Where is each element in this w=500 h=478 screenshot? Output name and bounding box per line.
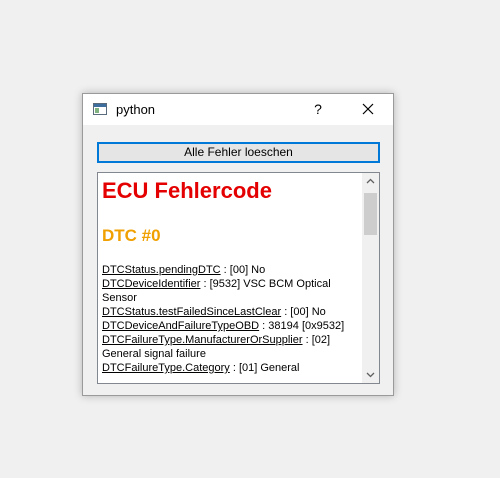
dtc-entry-key[interactable]: DTCDeviceAndFailureTypeOBD (102, 320, 259, 332)
close-button[interactable] (353, 94, 383, 125)
scroll-thumb[interactable] (364, 193, 377, 235)
dtc-entry: DTCFailureType.Category : [01] General (102, 361, 358, 375)
help-button[interactable]: ? (305, 94, 331, 125)
dtc-entry-value: : 38194 [0x9532] (259, 320, 345, 332)
python-window-icon (93, 103, 107, 115)
dtc-entry: DTCStatus.pendingDTC : [00] No (102, 263, 358, 277)
chevron-down-icon (366, 372, 375, 378)
dtc-entry: DTCFailureType.ManufacturerOrSupplier : … (102, 333, 358, 361)
dtc-entry-key[interactable]: DTCStatus.testFailedSinceLastClear (102, 306, 281, 318)
report-heading: ECU Fehlercode (102, 178, 272, 203)
dtc-entry-value: : [00] No (281, 306, 326, 318)
scroll-up-button[interactable] (362, 173, 379, 190)
close-icon (362, 103, 374, 115)
dtc-entry-value: : [00] No (220, 264, 266, 276)
dtc-entry: DTCDeviceAndFailureTypeOBD : 38194 [0x95… (102, 319, 358, 333)
dtc-entry-list: DTCStatus.pendingDTC : [00] No DTCDevice… (102, 263, 358, 375)
report-text-view[interactable]: ECU Fehlercode DTC #0 DTCStatus.pendingD… (97, 172, 380, 384)
vertical-scrollbar[interactable] (362, 173, 379, 383)
dtc-entry: DTCStatus.testFailedSinceLastClear : [00… (102, 305, 358, 319)
dtc-entry-key[interactable]: DTCFailureType.ManufacturerOrSupplier (102, 334, 303, 346)
delete-all-errors-button[interactable]: Alle Fehler loeschen (97, 142, 380, 163)
dtc-entry-value: : [01] General (229, 362, 300, 374)
dtc-entry: DTCDeviceIdentifier : [9532] VSC BCM Opt… (102, 277, 358, 305)
title-bar[interactable]: python ? (83, 94, 393, 125)
dtc-heading: DTC #0 (102, 226, 161, 245)
dtc-entry-key[interactable]: DTCStatus.pendingDTC (102, 264, 221, 276)
dtc-entry-key[interactable]: DTCFailureType.Category (102, 362, 230, 374)
dtc-entry-key[interactable]: DTCDeviceIdentifier (102, 278, 200, 290)
dialog-window: python ? Alle Fehler loeschen ECU Fehler… (82, 93, 394, 396)
chevron-up-icon (366, 178, 375, 184)
window-title: python (116, 102, 156, 117)
scroll-down-button[interactable] (362, 366, 379, 383)
